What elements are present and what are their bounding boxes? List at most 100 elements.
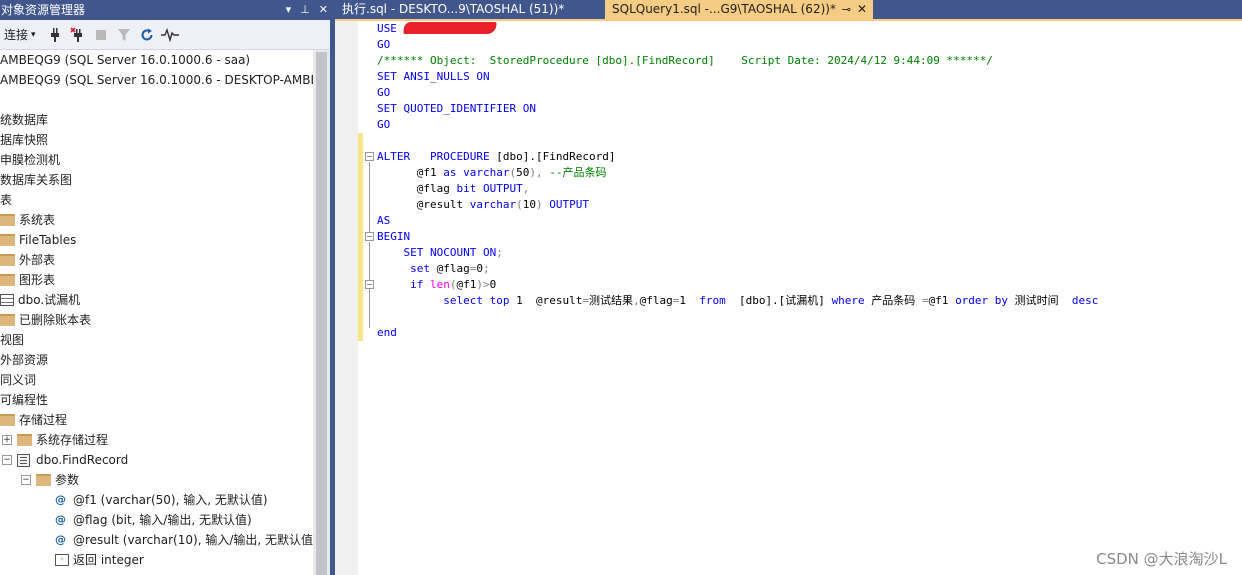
collapse-icon[interactable]: − — [365, 280, 374, 289]
tree-node-database-snapshots[interactable]: 据库快照 — [0, 130, 48, 150]
code-line[interactable]: select top 1 @result=测试结果,@flag=1 from [… — [377, 293, 1098, 309]
tree-node-label: AMBEQG9 (SQL Server 16.0.1000.6 - DESKTO… — [0, 73, 313, 87]
code-token: )> — [476, 278, 490, 291]
tab-sqlquery1[interactable]: SQLQuery1.sql -...G9\TAOSHAL (62))* ⊸ ✕ — [605, 0, 873, 19]
code-line[interactable]: set @flag=0; — [377, 261, 490, 277]
tree-node-dropped-ledger-tables[interactable]: 已删除账本表 — [0, 310, 91, 330]
code-line[interactable]: @result varchar(10) OUTPUT — [377, 197, 589, 213]
code-line[interactable]: SET NOCOUNT ON; — [377, 245, 503, 261]
code-line[interactable]: SET QUOTED_IDENTIFIER ON — [377, 101, 536, 117]
tree-node-database-diagrams[interactable]: 数据库关系图 — [0, 170, 72, 190]
code-token: @f1 — [377, 166, 444, 179]
tree-node-server-desktop[interactable]: AMBEQG9 (SQL Server 16.0.1000.6 - DESKTO… — [0, 70, 313, 90]
object-explorer-title: 对象资源管理器 — [1, 3, 86, 17]
code-line[interactable]: AS — [377, 213, 390, 229]
code-token: = — [582, 294, 589, 307]
refresh-icon[interactable] — [137, 24, 157, 46]
pin-icon[interactable]: ⊸ — [842, 0, 851, 19]
collapse-icon[interactable]: − — [21, 475, 31, 485]
tree-node-external-tables[interactable]: 外部表 — [0, 250, 55, 270]
tree-node-label: 申膜检测机 — [0, 153, 61, 167]
tree-node-tables[interactable]: 表 — [0, 190, 12, 210]
code-line[interactable]: /****** Object: StoredProcedure [dbo].[F… — [377, 53, 993, 69]
tree-node-label: 参数 — [55, 473, 80, 487]
filter-icon[interactable] — [114, 24, 134, 46]
code-token: 测试时间 — [1008, 294, 1072, 307]
code-token: AS — [377, 214, 391, 227]
tree-node-param-result[interactable]: @ @result (varchar(10), 输入/输出, 无默认值) — [55, 530, 313, 550]
redaction-mark — [402, 22, 497, 34]
code-line[interactable]: GO — [377, 37, 390, 53]
tree-node-stored-procedures[interactable]: 存储过程 — [0, 410, 67, 430]
tab-label: 执行.sql - DESKTO...9\TAOSHAL (51))* — [342, 2, 565, 16]
tree-node-label: 存储过程 — [19, 413, 68, 427]
tree-node-param-f1[interactable]: @ @f1 (varchar(50), 输入, 无默认值) — [55, 490, 268, 510]
close-icon[interactable]: ✕ — [319, 0, 328, 20]
tree-node-graph-tables[interactable]: 图形表 — [0, 270, 55, 290]
connect-button[interactable]: 连接 ▾ — [0, 24, 42, 46]
code-line[interactable]: GO — [377, 85, 390, 101]
code-token: USE — [377, 22, 404, 35]
collapse-icon[interactable]: − — [2, 455, 12, 465]
object-explorer-toolbar: 连接 ▾ — [0, 20, 332, 50]
tree-node-label: @f1 (varchar(50), 输入, 无默认值) — [73, 493, 268, 507]
tree-node-external-resources[interactable]: 外部资源 — [0, 350, 48, 370]
code-token: ; — [483, 262, 490, 275]
sql-editor[interactable]: − − − USE GO /****** Object: StoredProced… — [335, 21, 1242, 575]
tree-node-system-tables[interactable]: 系统表 — [0, 210, 55, 230]
close-icon[interactable]: ✕ — [857, 0, 867, 19]
tab-execute-sql[interactable]: 执行.sql - DESKTO...9\TAOSHAL (51))* — [335, 0, 605, 19]
tree-node-database[interactable]: 申膜检测机 — [0, 150, 60, 170]
tree-node-system-stored-procedures[interactable]: + 系统存储过程 — [2, 430, 108, 450]
code-token: 测试结果 — [588, 294, 633, 307]
object-explorer-scrollbar[interactable] — [313, 50, 330, 575]
pin-icon[interactable]: ⊥ — [300, 0, 310, 20]
code-token: @flag — [377, 182, 457, 195]
connect-plug-icon[interactable] — [45, 24, 65, 46]
tree-node-param-flag[interactable]: @ @flag (bit, 输入/输出, 无默认值) — [55, 510, 252, 530]
tree-node-label: 系统表 — [19, 213, 56, 227]
tab-label: SQLQuery1.sql -...G9\TAOSHAL (62))* — [612, 2, 836, 16]
tree-node-system-databases[interactable]: 统数据库 — [0, 110, 48, 130]
folder-icon — [0, 274, 15, 286]
code-line[interactable]: @f1 as varchar(50), --产品条码 — [377, 165, 607, 181]
tree-node-label: 图形表 — [19, 273, 56, 287]
code-line[interactable]: if len(@f1)>0 — [377, 277, 496, 293]
tree-node-views[interactable]: 视图 — [0, 330, 24, 350]
tree-node-server-saa[interactable]: AMBEQG9 (SQL Server 16.0.1000.6 - saa) — [0, 50, 250, 70]
code-token: 10 — [522, 198, 536, 211]
tree-node-label: 外部表 — [19, 253, 56, 267]
chevron-down-icon[interactable]: ▾ — [286, 0, 292, 20]
scrollbar-thumb[interactable] — [316, 52, 327, 575]
tree-node-synonyms[interactable]: 同义词 — [0, 370, 36, 390]
code-line[interactable]: GO — [377, 117, 390, 133]
folder-icon — [0, 414, 15, 426]
tree-node-programmability[interactable]: 可编程性 — [0, 390, 48, 410]
object-explorer-tree: AMBEQG9 (SQL Server 16.0.1000.6 - saa) A… — [0, 50, 313, 575]
code-token: , — [522, 182, 530, 195]
code-line[interactable]: ALTER PROCEDURE [dbo].[FindRecord] — [377, 149, 615, 165]
code-line[interactable]: end — [377, 325, 397, 341]
tree-node-parameters[interactable]: − 参数 — [21, 470, 79, 490]
stop-icon[interactable] — [91, 24, 111, 46]
code-line[interactable]: BEGIN — [377, 229, 410, 245]
disconnect-icon[interactable] — [68, 24, 88, 46]
code-line[interactable]: USE — [377, 21, 497, 37]
collapse-icon[interactable]: − — [365, 232, 374, 241]
editor-margin — [335, 21, 358, 575]
code-token: SET QUOTED_IDENTIFIER ON — [377, 102, 536, 115]
tree-node-table-leak-tester[interactable]: dbo.试漏机 — [0, 290, 80, 310]
collapse-icon[interactable]: − — [365, 152, 374, 161]
code-line[interactable]: @flag bit OUTPUT, — [377, 181, 530, 197]
code-token: where — [831, 294, 865, 307]
tree-node-filetables[interactable]: FileTables — [0, 230, 76, 250]
code-token: 1 — [679, 294, 700, 307]
expand-icon[interactable]: + — [2, 435, 12, 445]
code-line[interactable]: SET ANSI_NULLS ON — [377, 69, 490, 85]
activity-monitor-icon[interactable] — [160, 24, 180, 46]
tree-node-return-value[interactable]: ◦ 返回 integer — [55, 550, 144, 570]
tree-node-findrecord[interactable]: − dbo.FindRecord — [2, 450, 128, 470]
